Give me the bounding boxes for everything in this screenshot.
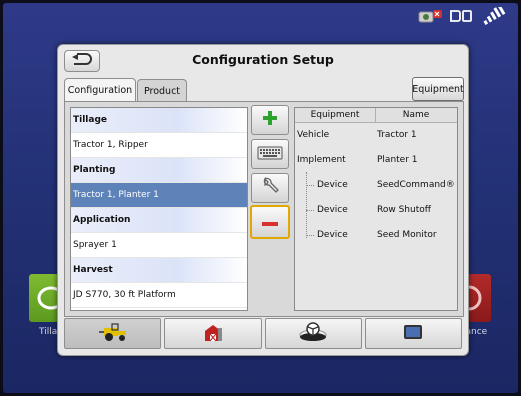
rtk-status-icon[interactable] [448,8,474,28]
configuration-list[interactable]: Tillage Tractor 1, Ripper Planting Tractor … [70,107,248,311]
steering-wheel-icon [298,321,328,347]
bottom-tab-equipment[interactable] [64,318,162,349]
bottom-tab-guidance[interactable] [264,318,362,349]
tree-connector-branch [306,185,314,186]
table-row: Vehicle Tractor 1 [295,123,457,148]
satellite-status-icon[interactable] [418,8,444,28]
list-item[interactable]: Tractor 1, Ripper [71,133,247,158]
add-button[interactable] [251,105,289,135]
tab-configuration[interactable]: Configuration [64,78,136,102]
list-group-header: Planting [71,158,247,183]
equipment-cell: Device [317,180,348,190]
list-group-header: Harvest [71,258,247,283]
wrench-icon [261,176,279,199]
u-turn-arrow-icon [69,51,95,71]
name-cell: Row Shutoff [377,205,431,215]
status-bar [418,3,508,29]
equipment-cell: Implement [297,155,346,165]
list-group-header: Application [71,208,247,233]
equipment-cell: Vehicle [297,130,330,140]
name-cell: Planter 1 [377,155,418,165]
bottom-tab-farm[interactable] [164,318,262,349]
table-row: Device Row Shutoff [295,198,457,223]
dialog-title: Configuration Setup [192,52,334,67]
screen-background: Tilla lance Configuration Setup Configur… [3,3,518,393]
list-item[interactable]: Sprayer 1 [71,233,247,258]
table-row: Implement Planter 1 [295,148,457,173]
tree-connector [306,172,308,238]
name-cell: Seed Monitor [377,230,437,240]
equipment-cell: Device [317,230,348,240]
equipment-button[interactable]: Equipment [412,77,464,101]
minus-icon [261,213,279,232]
equipment-cell: Device [317,205,348,215]
rename-button[interactable] [251,139,289,169]
bottom-tab-bar [64,318,462,349]
configuration-setup-dialog: Configuration Setup Configuration Produc… [57,44,469,356]
table-header: Equipment Name [295,108,457,123]
back-button[interactable] [64,50,100,72]
table-row: Device Seed Monitor [295,223,457,248]
tree-connector-branch [306,210,314,211]
background-label-left: Tilla [39,327,58,337]
remove-button[interactable] [250,205,290,239]
dialog-title-bar: Configuration Setup [58,45,468,75]
settings-button[interactable] [251,173,289,203]
list-group-header: Tillage [71,108,247,133]
display-icon [403,324,423,344]
barn-icon [202,322,224,346]
table-body: Vehicle Tractor 1 Implement Planter 1 Device… [295,123,457,248]
column-header-name: Name [402,110,430,120]
tree-connector-branch [306,235,314,236]
equipment-table: Equipment Name Vehicle Tractor 1 Implement… [294,107,458,311]
name-cell: SeedCommand® [377,180,455,190]
tab-product[interactable]: Product [137,79,187,102]
table-row: Device SeedCommand® [295,173,457,198]
name-cell: Tractor 1 [377,130,417,140]
bottom-tab-display[interactable] [364,318,462,349]
list-item[interactable]: JD S770, 30 ft Platform [71,283,247,308]
list-item[interactable]: Tractor 1, Planter 1 [71,183,247,208]
tractor-icon [97,322,129,346]
column-header-equipment: Equipment [295,108,376,122]
plus-icon [261,109,279,131]
keyboard-icon [257,145,283,164]
configuration-panel: Tillage Tractor 1, Ripper Planting Tractor … [64,101,464,317]
signal-strength-icon[interactable] [478,3,508,29]
